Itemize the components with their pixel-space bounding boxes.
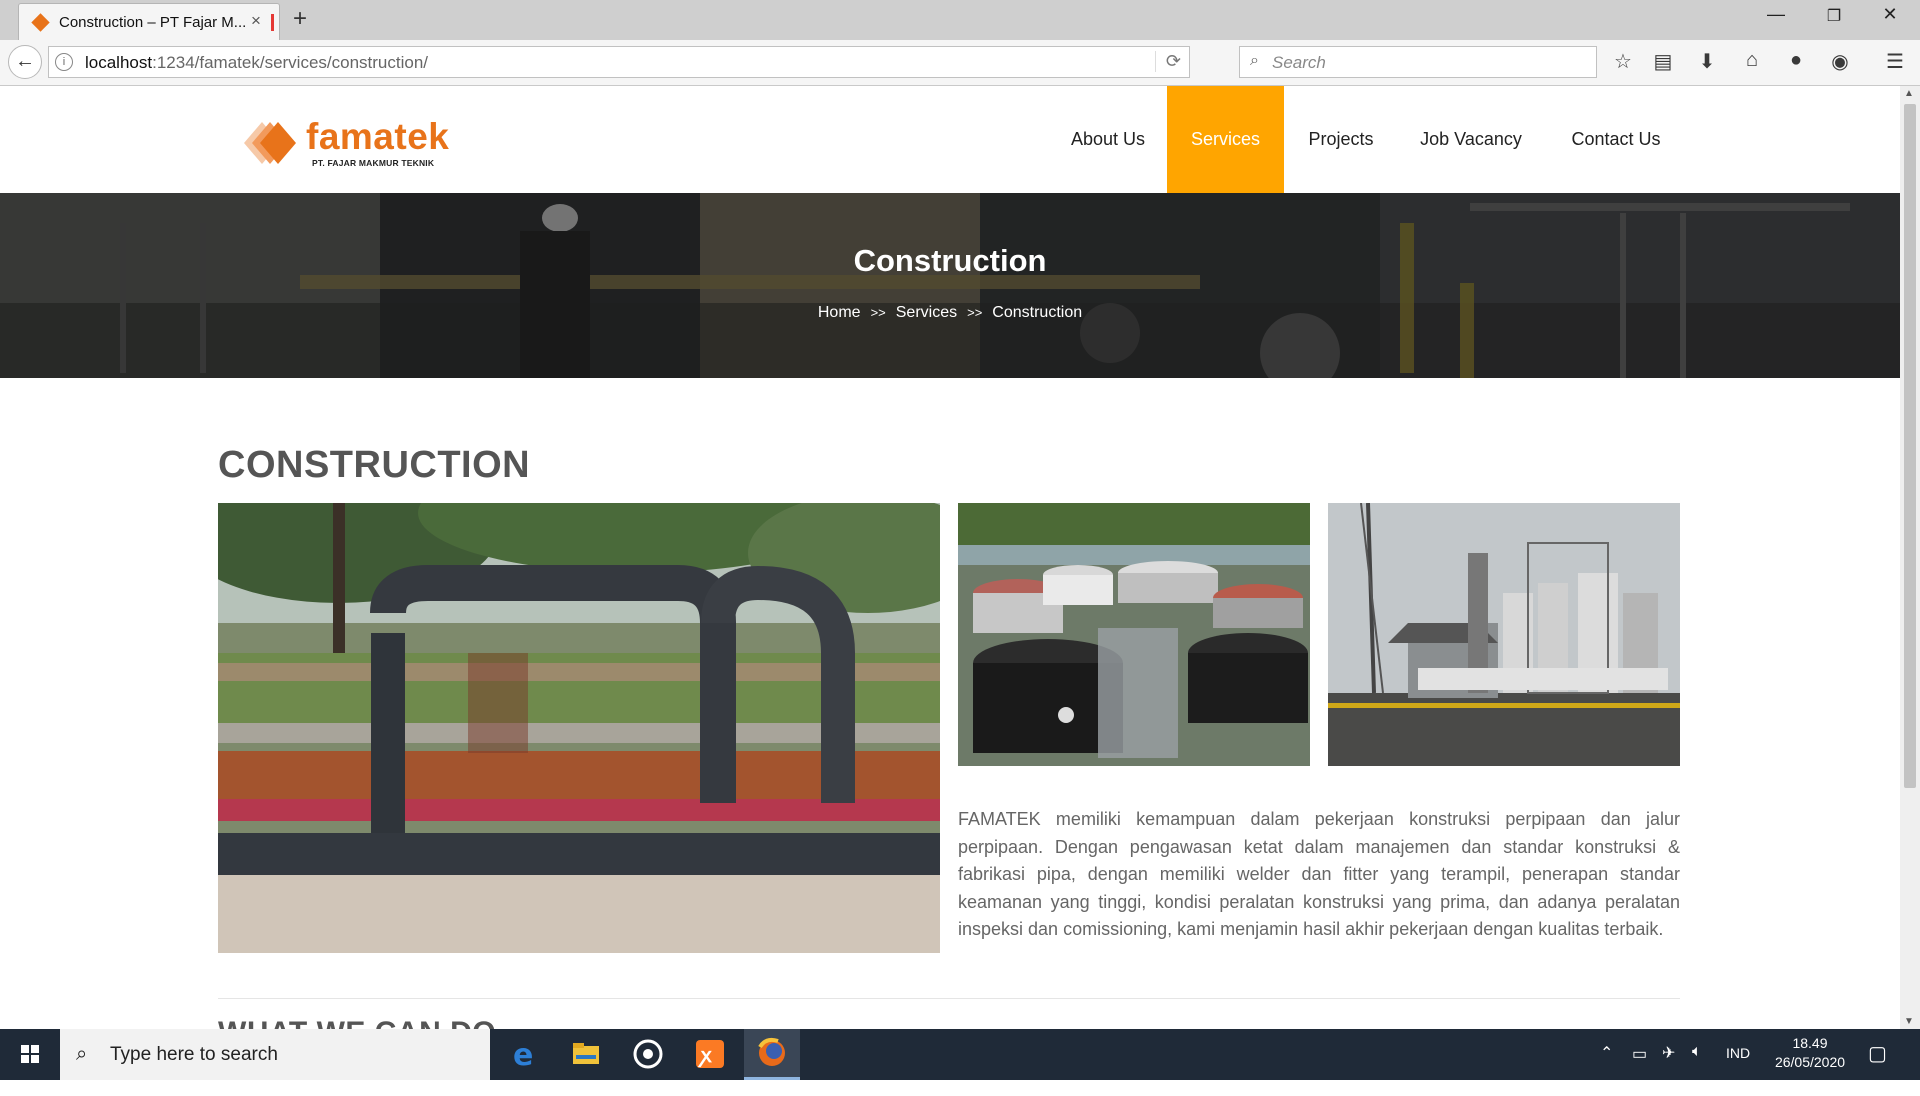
logo-wordmark: famatek: [306, 116, 450, 157]
clock-time: 18.49: [1792, 1035, 1828, 1051]
site-info-icon[interactable]: i: [55, 53, 73, 71]
scroll-thumb[interactable]: [1904, 104, 1916, 788]
tab-close-icon[interactable]: ×: [251, 11, 261, 31]
page-scrollbar[interactable]: ▲ ▼: [1900, 86, 1920, 1029]
nav-job-vacancy[interactable]: Job Vacancy: [1410, 86, 1532, 193]
chat-icon[interactable]: ●: [1781, 49, 1811, 72]
search-placeholder: Search: [1272, 53, 1326, 72]
breadcrumb-current: Construction: [992, 304, 1083, 321]
url-text[interactable]: localhost:1234/famatek/services/construc…: [85, 53, 428, 73]
svg-text:e: e: [513, 1038, 533, 1073]
clock[interactable]: 18.49 26/05/2020: [1770, 1035, 1850, 1086]
reload-icon[interactable]: ⟳: [1154, 51, 1181, 72]
logo-company-name: PT. FAJAR MAKMUR TEKNIK: [312, 158, 435, 168]
volume-icon[interactable]: 🔈︎: [1692, 1043, 1702, 1094]
breadcrumb: Home >> Services >> Construction: [0, 304, 1900, 322]
windows-taskbar: ⌕ Type here to search e ꭗ ⌃ ▭ ✈ 🔈︎ IND 1…: [0, 1029, 1920, 1080]
tank-farm-image: [958, 503, 1310, 766]
browser-tab-bar: Construction – PT Fajar M... × + — ❐ ✕: [0, 0, 1920, 40]
pocket-icon[interactable]: ◉: [1825, 49, 1855, 74]
refinery-image: [1328, 503, 1680, 766]
hero-background-image: [0, 193, 1900, 378]
tray-chevron-icon[interactable]: ⌃: [1600, 1043, 1613, 1094]
nav-contact-us[interactable]: Contact Us: [1560, 86, 1672, 193]
section-divider: [218, 998, 1680, 999]
start-button[interactable]: [0, 1029, 60, 1080]
taskbar-search-placeholder: Type here to search: [110, 1044, 278, 1065]
address-bar[interactable]: i localhost:1234/famatek/services/constr…: [48, 46, 1190, 78]
nav-services[interactable]: Services: [1167, 86, 1284, 193]
clock-date: 26/05/2020: [1774, 1054, 1846, 1070]
back-arrow-icon[interactable]: ←: [8, 45, 42, 79]
minimize-button[interactable]: —: [1748, 4, 1804, 25]
airplane-mode-icon[interactable]: ✈: [1662, 1043, 1675, 1094]
new-tab-button[interactable]: +: [293, 5, 307, 33]
url-path: :1234/famatek/services/construction/: [152, 53, 429, 72]
tab-title: Construction – PT Fajar M...: [59, 14, 247, 31]
refinery-photo[interactable]: [1328, 503, 1680, 766]
scroll-down-arrow-icon[interactable]: ▼: [1904, 1016, 1914, 1027]
restore-button[interactable]: ❐: [1806, 6, 1862, 26]
section-title: CONSTRUCTION: [218, 444, 531, 486]
home-icon[interactable]: ⌂: [1737, 49, 1767, 72]
tank-farm-photo[interactable]: [958, 503, 1310, 766]
pipeline-photo[interactable]: [218, 503, 940, 953]
site-header: famatek PT. FAJAR MAKMUR TEKNIK About Us…: [0, 86, 1900, 193]
site-favicon-icon: [31, 13, 50, 32]
reading-list-icon[interactable]: ▤: [1648, 49, 1678, 74]
notification-center-icon[interactable]: ▢: [1868, 1041, 1887, 1092]
page-viewport: famatek PT. FAJAR MAKMUR TEKNIK About Us…: [0, 86, 1900, 1029]
close-window-button[interactable]: ✕: [1862, 4, 1918, 25]
pipeline-image: [218, 503, 940, 953]
scroll-up-arrow-icon[interactable]: ▲: [1904, 88, 1914, 99]
windows-logo-icon: [21, 1045, 39, 1063]
battery-icon[interactable]: ▭: [1632, 1044, 1647, 1095]
nav-projects[interactable]: Projects: [1300, 86, 1382, 193]
site-logo[interactable]: famatek PT. FAJAR MAKMUR TEKNIK: [222, 116, 449, 168]
search-icon: ⌕: [76, 1043, 88, 1065]
search-icon: ⌕: [1250, 52, 1259, 69]
breadcrumb-separator: >>: [870, 305, 886, 320]
edge-browser-icon[interactable]: e: [496, 1029, 552, 1080]
browser-tab-active[interactable]: Construction – PT Fajar M... ×: [18, 3, 280, 40]
menu-hamburger-icon[interactable]: ☰: [1880, 49, 1910, 74]
service-description: FAMATEK memiliki kemampuan dalam pekerja…: [958, 809, 1680, 939]
nav-about-us[interactable]: About Us: [1058, 86, 1158, 193]
input-language[interactable]: IND: [1726, 1045, 1750, 1096]
next-section-title: WHAT WE CAN DO: [218, 1016, 496, 1029]
download-icon[interactable]: ⬇: [1692, 49, 1722, 74]
tab-sound-indicator: [271, 14, 274, 31]
logo-diamond-icon: [244, 122, 296, 164]
bookmark-star-icon[interactable]: ☆: [1608, 49, 1638, 74]
breadcrumb-separator: >>: [967, 305, 983, 320]
browser-nav-bar: ← i localhost:1234/famatek/services/cons…: [0, 40, 1920, 86]
taskbar-search-box[interactable]: ⌕ Type here to search: [60, 1029, 490, 1080]
firefox-icon[interactable]: [744, 1029, 800, 1080]
url-host: localhost: [85, 53, 153, 72]
page-hero-banner: Construction Home >> Services >> Constructio…: [0, 193, 1900, 378]
breadcrumb-services[interactable]: Services: [896, 304, 957, 321]
hero-title: Construction: [853, 243, 1047, 278]
browser-search-box[interactable]: ⌕ Search: [1239, 46, 1597, 78]
xampp-icon[interactable]: ꭗ: [682, 1029, 738, 1080]
breadcrumb-home[interactable]: Home: [818, 304, 861, 321]
media-app-icon[interactable]: [620, 1029, 676, 1080]
file-explorer-icon[interactable]: [558, 1029, 614, 1080]
